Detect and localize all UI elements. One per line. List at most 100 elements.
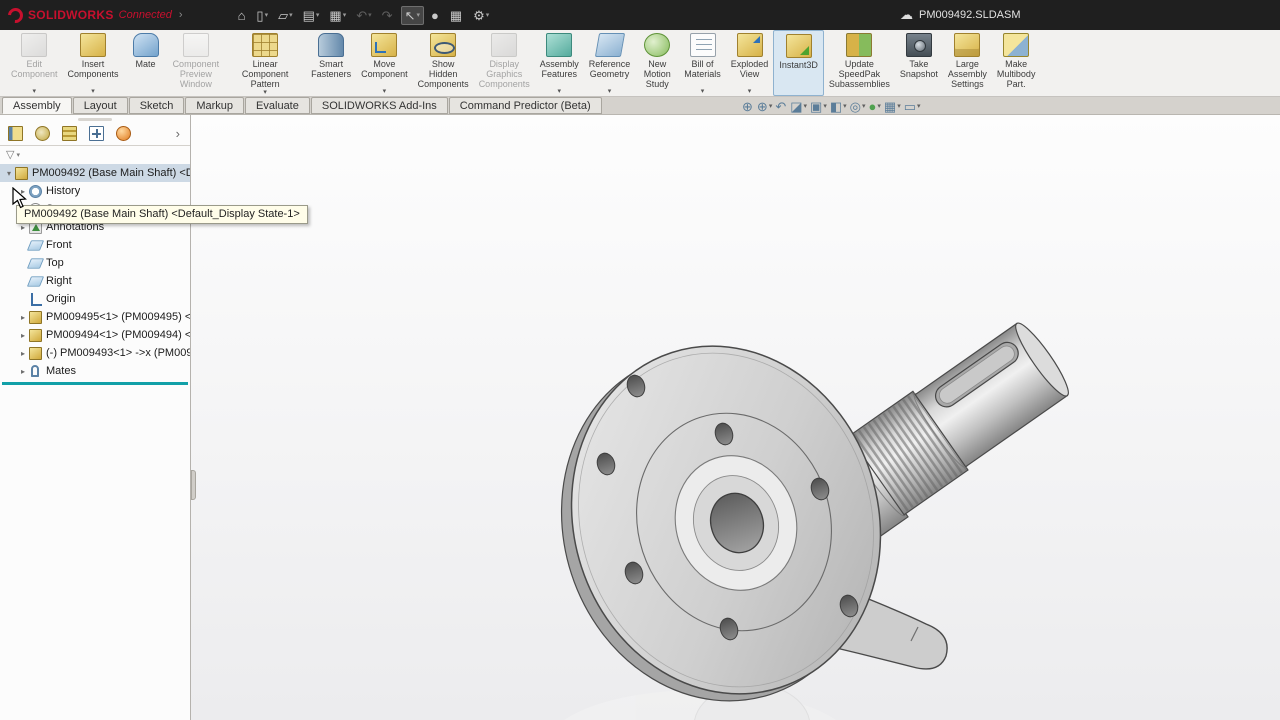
panel-flyout-expand[interactable]: › (161, 126, 180, 141)
tree-item-mates[interactable]: ▸ Mates (0, 362, 190, 380)
ribbon-dropdown-arrow-icon[interactable]: ▾ (263, 89, 267, 97)
home-button[interactable]: ⌂ (235, 7, 250, 24)
panel-collapse-grip[interactable] (0, 115, 190, 123)
mate-button[interactable]: Mate (124, 30, 168, 96)
section-view-button[interactable]: ◪ ▾ (790, 100, 807, 113)
make-multibody-part-button[interactable]: Make Multibody Part. (992, 30, 1041, 96)
hud-dropdown-arrow-icon[interactable]: ▾ (917, 102, 921, 110)
tree-item-origin[interactable]: Origin (0, 290, 190, 308)
configurationmanager-tab[interactable] (62, 126, 77, 141)
featuremanager-tab[interactable] (8, 126, 23, 141)
logo-caret-icon[interactable]: › (179, 9, 183, 21)
assembly-features-button[interactable]: Assembly Features ▾ (535, 30, 584, 96)
zoom-to-fit-button[interactable]: ⊕ (742, 100, 754, 113)
3dexperience-sphere-button[interactable]: ● (428, 7, 443, 24)
hud-dropdown-arrow-icon[interactable]: ▾ (862, 102, 866, 110)
take-snapshot-button[interactable]: Take Snapshot (895, 30, 943, 96)
hide-show-items-button[interactable]: ◎ ▾ (850, 100, 866, 113)
tree-item-pm009494[interactable]: ▸ PM009494<1> (PM009494) <<Def (0, 326, 190, 344)
dropdown-arrow-icon[interactable]: ▾ (416, 11, 420, 19)
tree-item-top-plane[interactable]: Top (0, 254, 190, 272)
expand-arrow-icon[interactable]: ▸ (18, 313, 28, 322)
tab-assembly[interactable]: Assembly (2, 97, 72, 114)
update-speedpak-subassemblies-button[interactable]: Update SpeedPak Subassemblies (824, 30, 895, 96)
propertymanager-tab[interactable] (35, 126, 50, 141)
expand-arrow-icon[interactable]: ▾ (4, 169, 14, 178)
tree-item-history[interactable]: ▸ History (0, 182, 190, 200)
instant3d-button[interactable]: Instant3D (773, 30, 824, 96)
ribbon-dropdown-arrow-icon[interactable]: ▾ (33, 88, 37, 96)
smart-fasteners-button[interactable]: Smart Fasteners (306, 30, 356, 96)
filter-dropdown-icon[interactable]: ▾ (16, 151, 20, 159)
expand-arrow-icon[interactable]: ▸ (18, 331, 28, 340)
view-orientation-button[interactable]: ▣ ▾ (810, 100, 827, 113)
exploded-view-button[interactable]: Exploded View ▾ (726, 30, 774, 96)
move-component-button[interactable]: Move Component ▾ (356, 30, 413, 96)
select-tool-button[interactable]: ↖ ▾ (401, 6, 424, 25)
tab-evaluate[interactable]: Evaluate (245, 97, 310, 114)
tab-markup[interactable]: Markup (185, 97, 244, 114)
linear-component-pattern-button[interactable]: Linear Component Pattern ▾ (224, 30, 306, 96)
hud-dropdown-arrow-icon[interactable]: ▾ (877, 102, 881, 110)
hud-dropdown-arrow-icon[interactable]: ▾ (843, 102, 847, 110)
display-graphics-components-button[interactable]: Display Graphics Components (474, 30, 535, 96)
dimxpertmanager-tab[interactable] (89, 126, 104, 141)
hud-dropdown-arrow-icon[interactable]: ▾ (823, 102, 827, 110)
dropdown-arrow-icon[interactable]: ▾ (316, 11, 320, 19)
reference-geometry-button[interactable]: Reference Geometry ▾ (584, 30, 636, 96)
save-button[interactable]: ▤ ▾ (300, 7, 323, 24)
ribbon-dropdown-arrow-icon[interactable]: ▾ (91, 88, 95, 96)
undo-button[interactable]: ↶ ▾ (353, 7, 374, 24)
view-settings-button[interactable]: ▭ ▾ (904, 100, 921, 113)
displaymanager-tab[interactable] (116, 126, 131, 141)
tree-filter[interactable]: ▽ ▾ (0, 146, 190, 164)
component-preview-window-button[interactable]: Component Preview Window (168, 30, 225, 96)
hud-dropdown-arrow-icon[interactable]: ▾ (769, 102, 773, 110)
edit-appearance-button[interactable]: ● ▾ (869, 100, 881, 113)
insert-components-button[interactable]: Insert Components ▾ (63, 30, 124, 96)
dropdown-arrow-icon[interactable]: ▾ (289, 11, 293, 19)
tree-item-front-plane[interactable]: Front (0, 236, 190, 254)
tree-item-right-plane[interactable]: Right (0, 272, 190, 290)
multibody-icon (1003, 33, 1029, 57)
ribbon-dropdown-arrow-icon[interactable]: ▾ (557, 88, 561, 96)
ribbon-dropdown-arrow-icon[interactable]: ▾ (748, 88, 752, 96)
options-button[interactable]: ⚙ ▾ (470, 7, 492, 24)
hud-dropdown-arrow-icon[interactable]: ▾ (897, 102, 901, 110)
bill-of-materials-button[interactable]: Bill of Materials ▾ (679, 30, 726, 96)
show-hidden-components-button[interactable]: Show Hidden Components (413, 30, 474, 96)
graphics-area[interactable]: › ▽ ▾ ▾ PM009492 (Base Main Shaft) <Defa… (0, 115, 1280, 720)
splitter-grip[interactable] (191, 470, 196, 500)
tab-command-predictor[interactable]: Command Predictor (Beta) (449, 97, 602, 114)
expand-arrow-icon[interactable]: ▸ (18, 367, 28, 376)
dropdown-arrow-icon[interactable]: ▾ (368, 11, 372, 19)
ribbon-dropdown-arrow-icon[interactable]: ▾ (701, 88, 705, 96)
open-button[interactable]: ▱ ▾ (275, 7, 296, 24)
tool-glyph-icon: ↖ (405, 9, 416, 22)
tree-item-root[interactable]: ▾ PM009492 (Base Main Shaft) <Default (0, 164, 190, 182)
new-document-button[interactable]: ▯ ▾ (253, 7, 271, 24)
dropdown-arrow-icon[interactable]: ▾ (265, 11, 269, 19)
apply-scene-button[interactable]: ▦ ▾ (884, 100, 901, 113)
print-button[interactable]: ▦ ▾ (326, 7, 349, 24)
ribbon-dropdown-arrow-icon[interactable]: ▾ (608, 88, 612, 96)
edit-component-button[interactable]: Edit Component ▾ (6, 30, 63, 96)
table-button[interactable]: ▦ (447, 7, 466, 24)
tab-solidworks-add-ins[interactable]: SOLIDWORKS Add-Ins (311, 97, 448, 114)
rollback-bar[interactable] (2, 382, 188, 385)
large-assembly-settings-button[interactable]: Large Assembly Settings (943, 30, 992, 96)
display-style-button[interactable]: ◧ ▾ (830, 100, 847, 113)
new-motion-study-button[interactable]: New Motion Study (635, 30, 679, 96)
hud-dropdown-arrow-icon[interactable]: ▾ (804, 102, 808, 110)
tree-item-pm009493[interactable]: ▸ (-) PM009493<1> ->x (PM009493 (0, 344, 190, 362)
ribbon-dropdown-arrow-icon[interactable]: ▾ (383, 88, 387, 96)
tree-item-pm009495[interactable]: ▸ PM009495<1> (PM009495) <<Def (0, 308, 190, 326)
expand-arrow-icon[interactable]: ▸ (18, 349, 28, 358)
redo-button[interactable]: ↷ (379, 7, 397, 24)
previous-view-button[interactable]: ↶ (775, 100, 787, 113)
zoom-to-area-button[interactable]: ⊕ ▾ (757, 100, 772, 113)
tab-layout[interactable]: Layout (73, 97, 128, 114)
tab-sketch[interactable]: Sketch (129, 97, 185, 114)
dropdown-arrow-icon[interactable]: ▾ (343, 11, 347, 19)
dropdown-arrow-icon[interactable]: ▾ (486, 11, 490, 19)
